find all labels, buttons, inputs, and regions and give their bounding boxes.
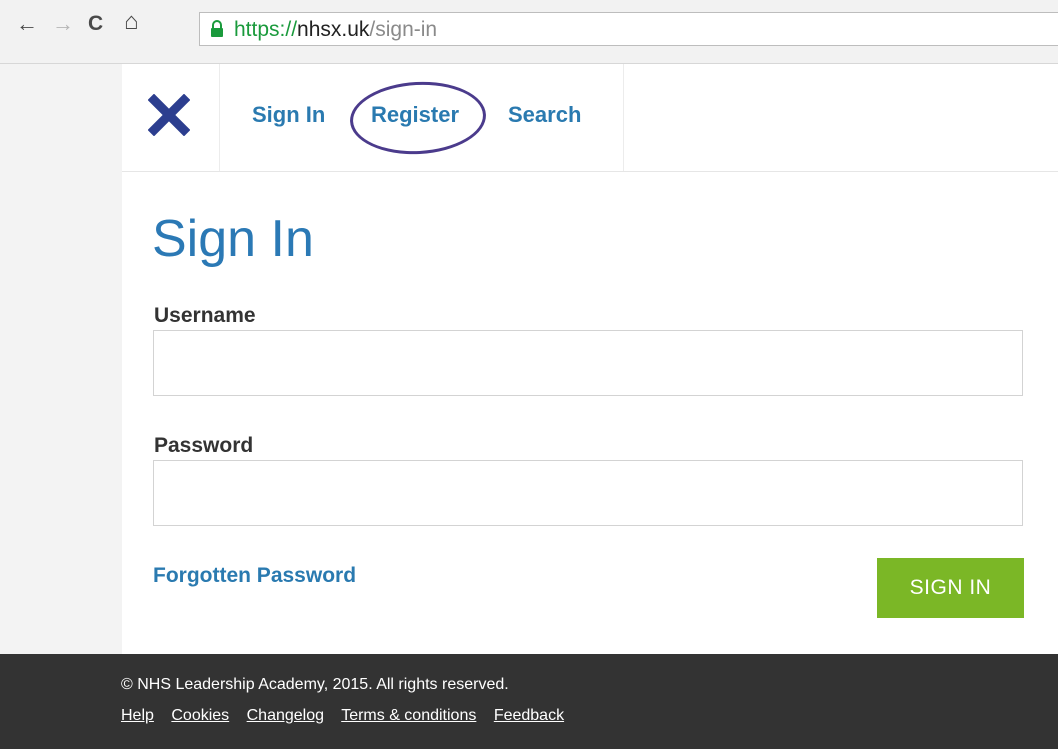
url-path: /sign-in: [369, 18, 438, 41]
url-scheme: https://: [234, 18, 298, 41]
lock-icon: [211, 20, 223, 37]
password-field[interactable]: [153, 460, 1023, 526]
site-footer: © NHS Leadership Academy, 2015. All righ…: [0, 654, 1058, 749]
username-field[interactable]: [153, 330, 1023, 396]
footer-links: Help Cookies Changelog Terms & condition…: [121, 707, 577, 725]
sign-in-form: Sign In Username Password Forgotten Pass…: [122, 172, 1058, 654]
browser-toolbar: ← → C ⌂ https://nhsx.uk/sign-in: [0, 0, 1058, 64]
footer-link-feedback[interactable]: Feedback: [494, 707, 564, 724]
back-arrow-icon[interactable]: ←: [16, 12, 38, 36]
copyright-text: © NHS Leadership Academy, 2015. All righ…: [121, 676, 509, 693]
url-host: nhsx.uk: [297, 18, 370, 41]
footer-link-help[interactable]: Help: [121, 707, 154, 724]
password-label: Password: [154, 434, 254, 457]
site-header: Sign In Register Search: [122, 64, 1058, 172]
footer-link-changelog[interactable]: Changelog: [247, 707, 324, 724]
nav-search[interactable]: Search: [508, 102, 581, 128]
forward-arrow-icon[interactable]: →: [52, 12, 74, 36]
reload-icon[interactable]: C: [88, 12, 103, 36]
address-bar[interactable]: https://nhsx.uk/sign-in: [199, 12, 1058, 46]
home-icon[interactable]: ⌂: [124, 10, 139, 34]
nav-sign-in[interactable]: Sign In: [252, 102, 325, 128]
sign-in-button[interactable]: SIGN IN: [877, 558, 1024, 618]
left-gutter: [0, 64, 122, 654]
logo-cell: [122, 64, 220, 171]
footer-link-cookies[interactable]: Cookies: [171, 707, 229, 724]
page-title: Sign In: [152, 210, 314, 268]
url-text: https://nhsx.uk/sign-in: [234, 18, 437, 42]
forgotten-password-link[interactable]: Forgotten Password: [153, 564, 356, 588]
username-label: Username: [154, 304, 256, 327]
nhsx-logo-icon[interactable]: [148, 94, 190, 136]
footer-link-terms[interactable]: Terms & conditions: [341, 707, 476, 724]
